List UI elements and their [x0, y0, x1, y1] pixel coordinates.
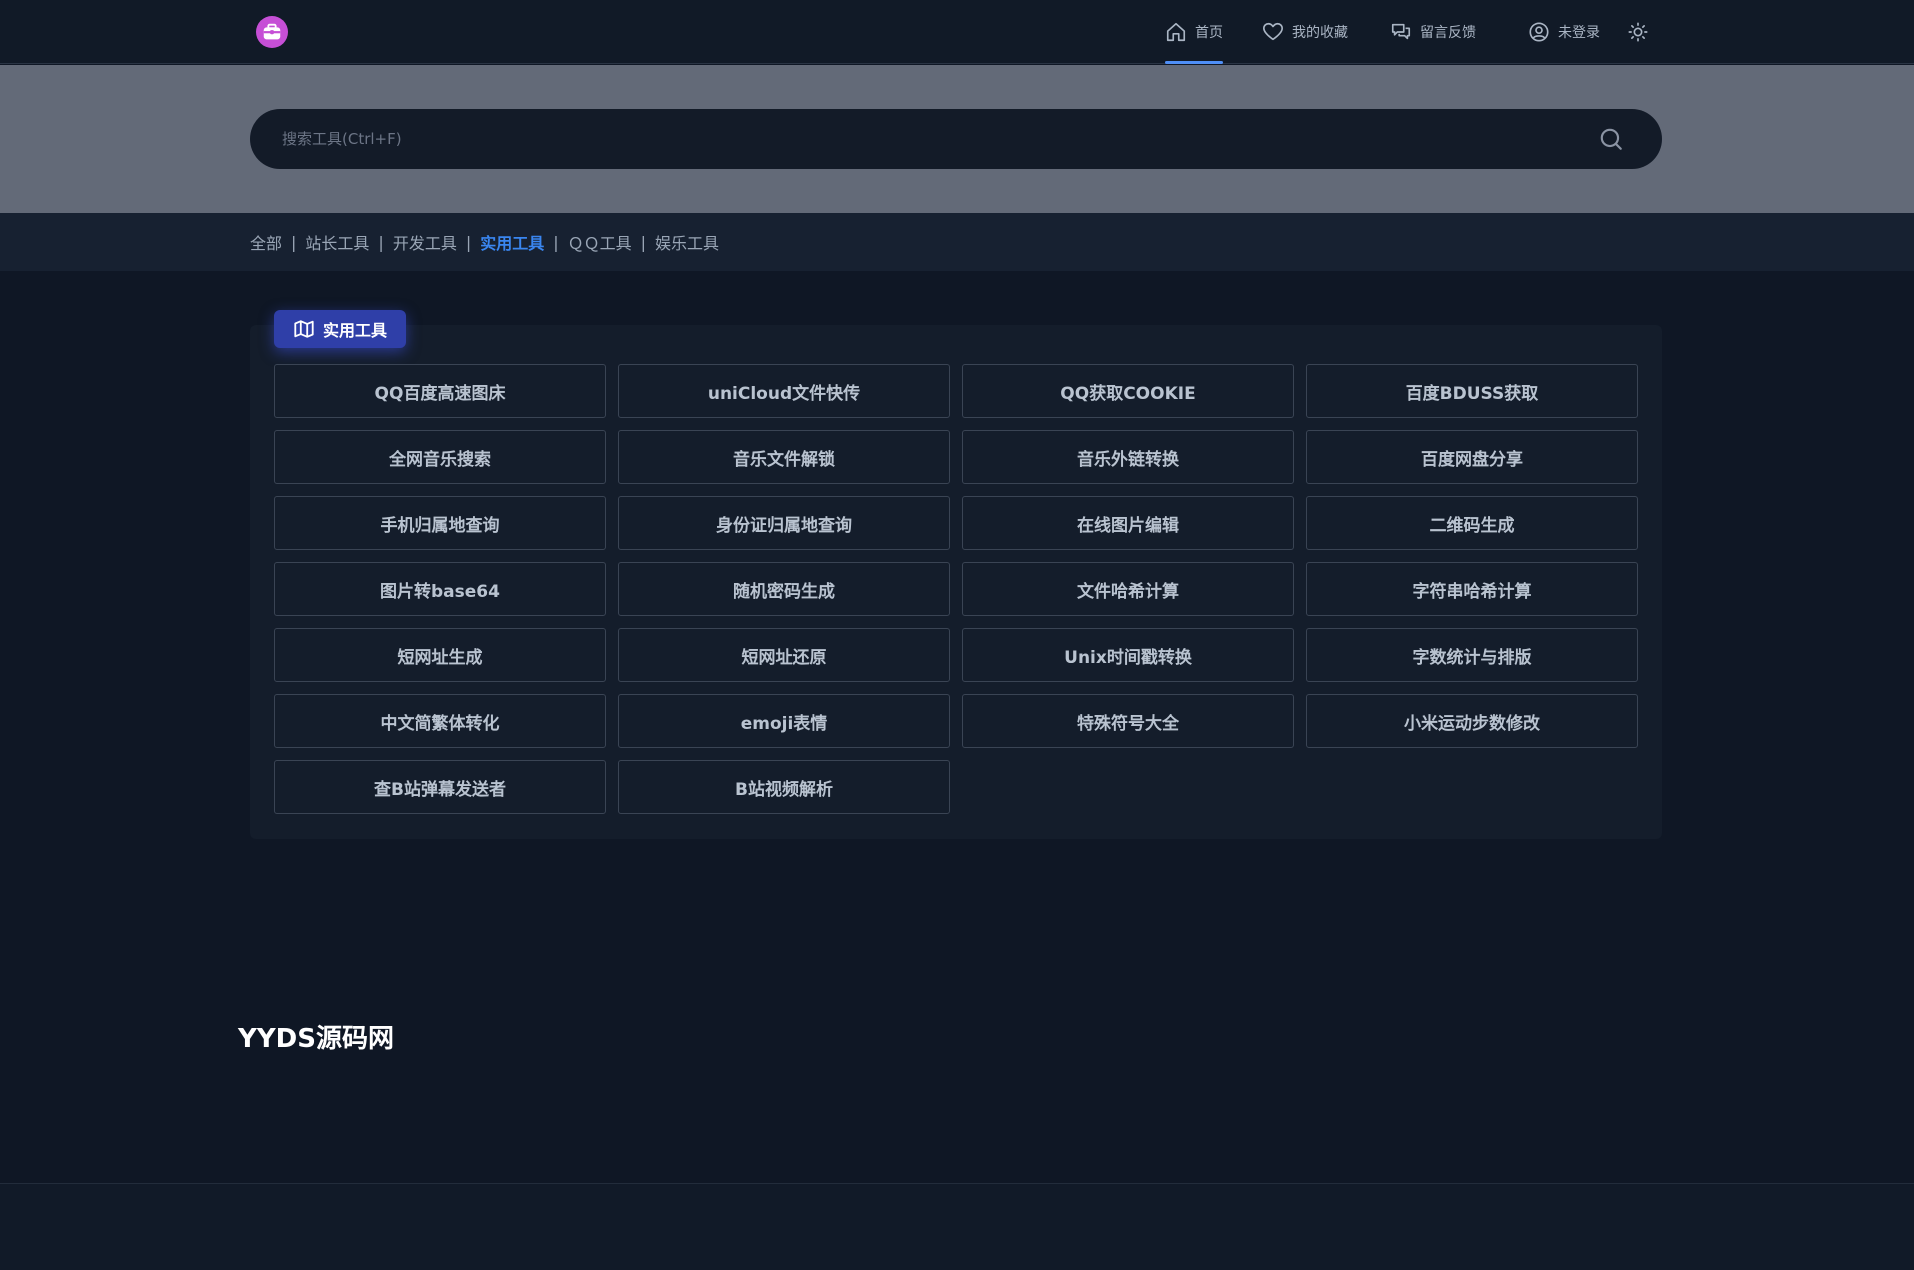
tool-button[interactable]: 音乐文件解锁: [618, 430, 950, 484]
tool-button[interactable]: QQ获取COOKIE: [962, 364, 1294, 418]
section-title: 实用工具: [322, 321, 387, 340]
tool-button[interactable]: 特殊符号大全: [962, 694, 1294, 748]
footer-bottom: [0, 1184, 1914, 1270]
nav-home[interactable]: 首页: [1165, 0, 1223, 64]
category-separator: |: [640, 232, 647, 252]
search-bar: [250, 109, 1662, 169]
category-qq[interactable]: ＱＱ工具: [568, 230, 632, 254]
nav-favorites-label: 我的收藏: [1292, 25, 1348, 41]
tool-button[interactable]: 百度网盘分享: [1306, 430, 1638, 484]
tool-button[interactable]: 字数统计与排版: [1306, 628, 1638, 682]
search-icon[interactable]: [1598, 126, 1624, 152]
tool-button[interactable]: uniCloud文件快传: [618, 364, 950, 418]
site-logo[interactable]: [256, 16, 288, 48]
map-icon: [294, 320, 314, 338]
tool-button[interactable]: 随机密码生成: [618, 562, 950, 616]
category-practical[interactable]: 实用工具: [480, 230, 544, 254]
tool-button[interactable]: 音乐外链转换: [962, 430, 1294, 484]
tool-button[interactable]: 图片转base64: [274, 562, 606, 616]
tool-grid: QQ百度高速图床 uniCloud文件快传 QQ获取COOKIE 百度BDUSS…: [274, 364, 1638, 814]
user-icon: [1529, 22, 1549, 42]
tool-button[interactable]: 百度BDUSS获取: [1306, 364, 1638, 418]
tool-button[interactable]: 短网址还原: [618, 628, 950, 682]
category-bar: 全部 | 站长工具 | 开发工具 | 实用工具 | ＱＱ工具 | 娱乐工具: [0, 213, 1914, 271]
tool-button[interactable]: 身份证归属地查询: [618, 496, 950, 550]
tool-button[interactable]: 在线图片编辑: [962, 496, 1294, 550]
top-navbar: 首页 我的收藏 留言反馈 未登录: [0, 0, 1914, 64]
tool-button[interactable]: emoji表情: [618, 694, 950, 748]
nav-favorites[interactable]: 我的收藏: [1262, 0, 1348, 64]
chat-icon: [1391, 23, 1411, 40]
heart-icon: [1263, 22, 1283, 41]
tool-button[interactable]: Unix时间戳转换: [962, 628, 1294, 682]
nav-feedback[interactable]: 留言反馈: [1390, 0, 1476, 64]
category-separator: |: [553, 232, 559, 252]
nav-home-label: 首页: [1195, 25, 1223, 41]
section-title-badge: 实用工具: [274, 310, 406, 348]
category-separator: |: [291, 232, 297, 252]
footer-site-name: YYDS源码网: [238, 1024, 394, 1054]
sun-icon: [1628, 22, 1648, 42]
tool-button[interactable]: 全网音乐搜索: [274, 430, 606, 484]
nav-login[interactable]: 未登录: [1528, 0, 1600, 64]
category-all[interactable]: 全部: [250, 230, 282, 254]
category-dev[interactable]: 开发工具: [393, 230, 457, 254]
tool-button[interactable]: 字符串哈希计算: [1306, 562, 1638, 616]
nav-feedback-label: 留言反馈: [1420, 25, 1476, 41]
search-input[interactable]: [282, 109, 1562, 169]
tool-button[interactable]: 查B站弹幕发送者: [274, 760, 606, 814]
category-webmaster[interactable]: 站长工具: [305, 230, 369, 254]
home-icon: [1166, 22, 1186, 42]
category-separator: |: [378, 232, 384, 252]
theme-toggle[interactable]: [1627, 0, 1649, 64]
tool-button[interactable]: 短网址生成: [274, 628, 606, 682]
tool-button[interactable]: B站视频解析: [618, 760, 950, 814]
category-list: 全部 | 站长工具 | 开发工具 | 实用工具 | ＱＱ工具 | 娱乐工具: [250, 213, 719, 271]
category-separator: |: [465, 232, 472, 252]
tool-button[interactable]: 手机归属地查询: [274, 496, 606, 550]
tool-button[interactable]: 小米运动步数修改: [1306, 694, 1638, 748]
toolbox-icon: [263, 23, 281, 40]
tool-button[interactable]: 文件哈希计算: [962, 562, 1294, 616]
tool-button[interactable]: 中文简繁体转化: [274, 694, 606, 748]
nav-login-label: 未登录: [1558, 25, 1600, 41]
search-section: [0, 65, 1914, 213]
tool-button[interactable]: QQ百度高速图床: [274, 364, 606, 418]
tool-button[interactable]: 二维码生成: [1306, 496, 1638, 550]
category-entertainment[interactable]: 娱乐工具: [655, 230, 719, 254]
